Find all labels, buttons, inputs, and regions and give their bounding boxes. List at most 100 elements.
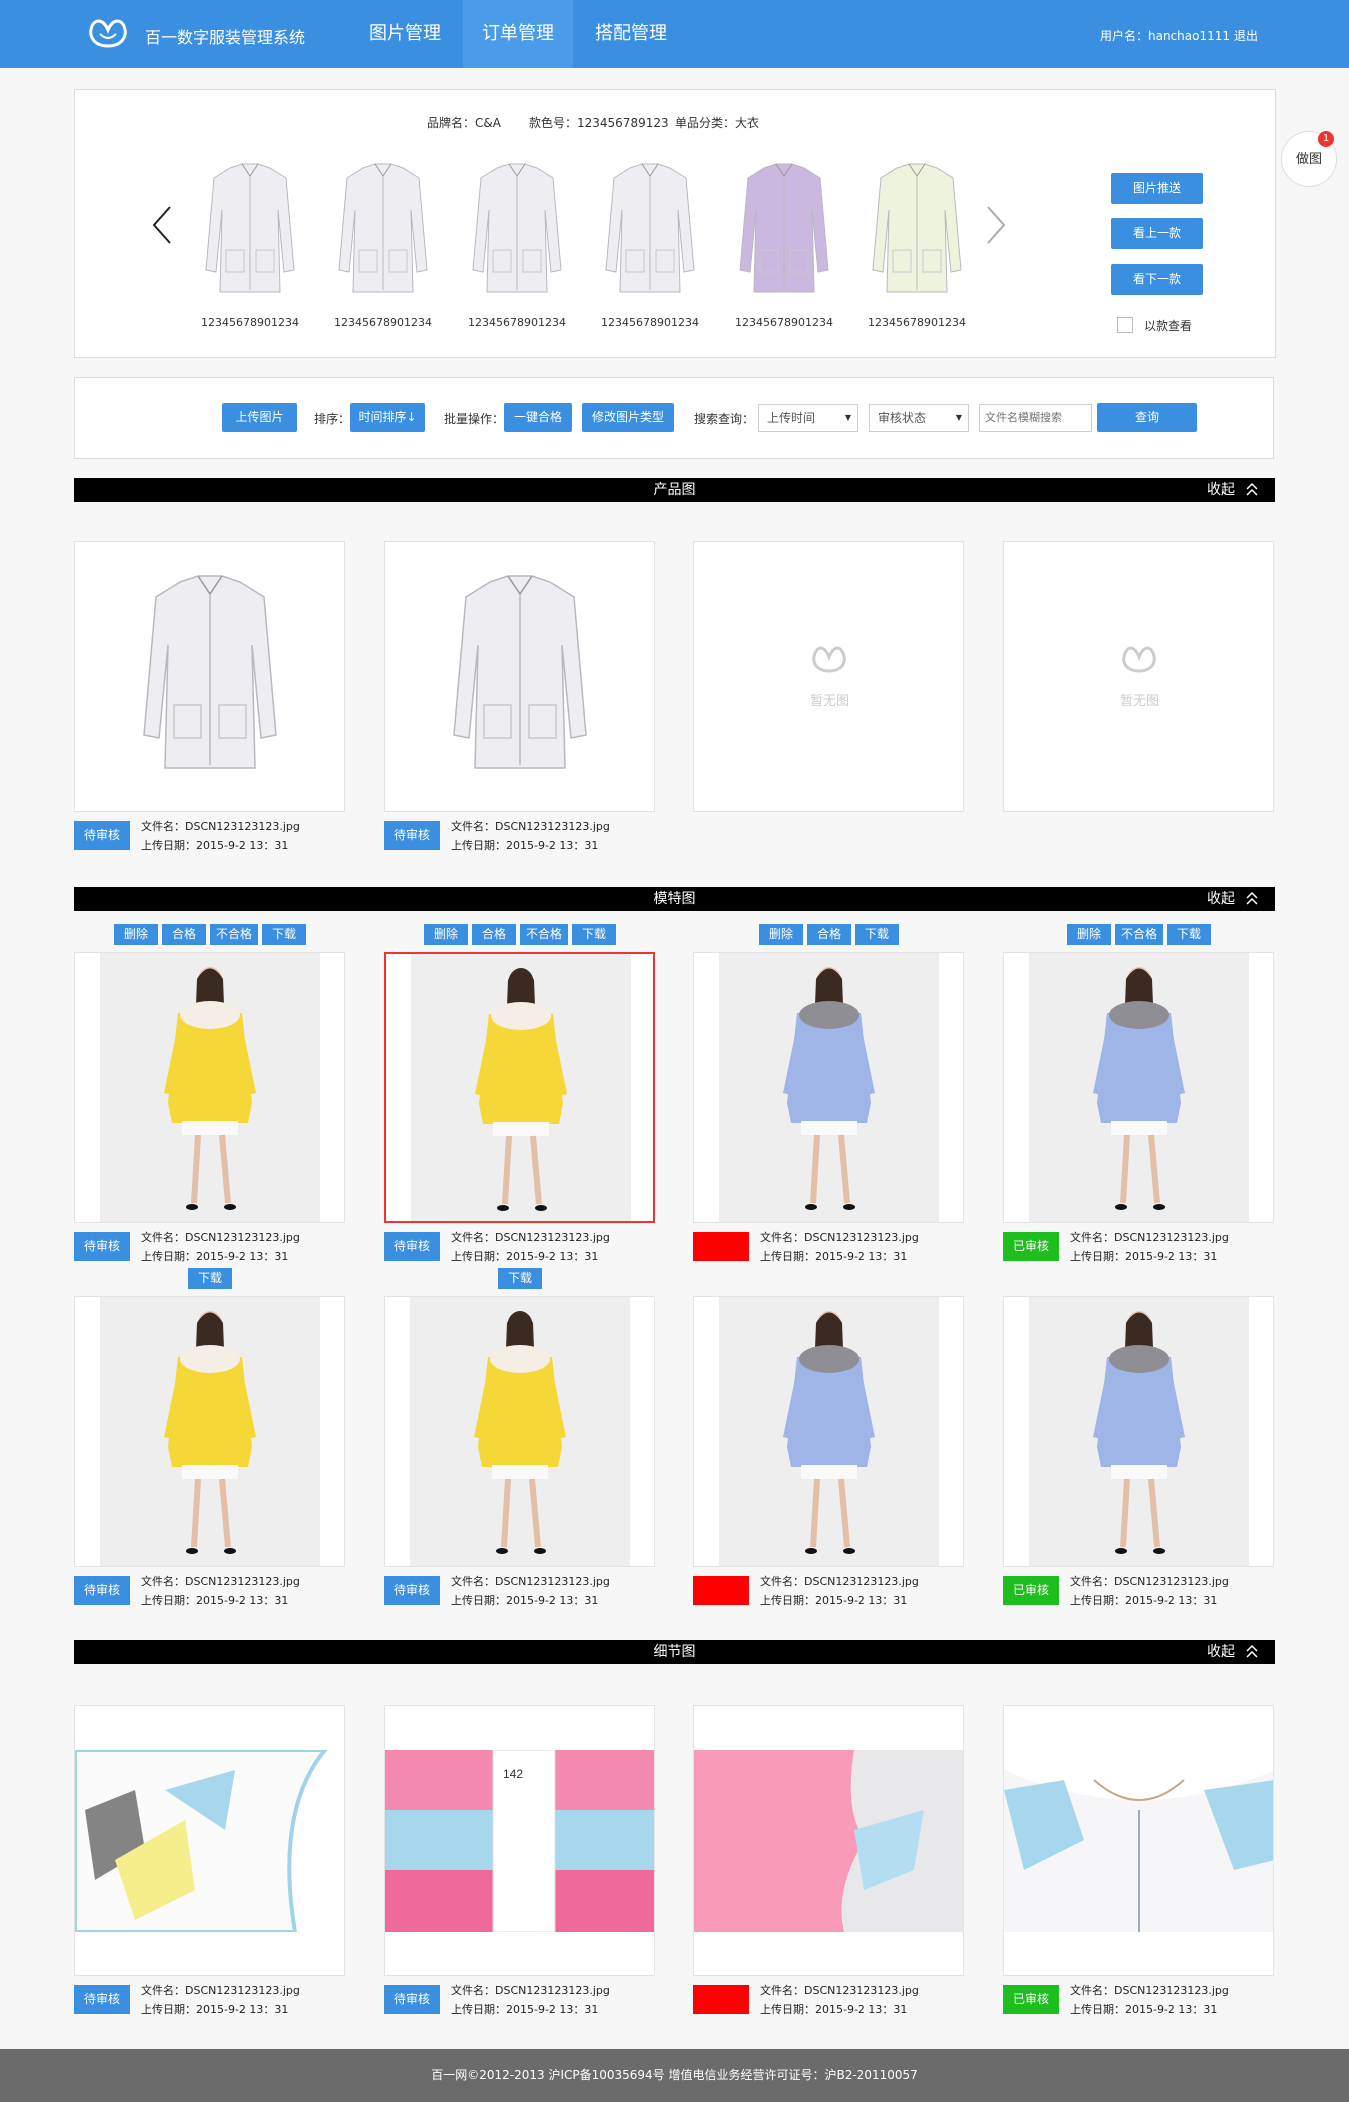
file-meta: 文件名：DSCN123123123.jpg 上传日期：2015-9-2 13：31 [141, 1228, 300, 1266]
file-name: 文件名：DSCN123123123.jpg [141, 1231, 300, 1244]
sort-label: 排序： [314, 412, 351, 426]
carousel-thumb[interactable] [600, 160, 700, 300]
fail-button[interactable]: 不合格 [210, 924, 258, 945]
image-card[interactable] [384, 952, 655, 1223]
carousel-thumb[interactable] [867, 160, 967, 300]
image-card[interactable] [74, 952, 345, 1223]
download-button[interactable]: 下载 [572, 924, 616, 945]
nav-order-management[interactable]: 订单管理 [463, 0, 573, 68]
file-meta: 文件名：DSCN123123123.jpg 上传日期：2015-9-2 13：31 [451, 817, 610, 855]
sort-by-time-button[interactable]: 时间排序↓ [350, 403, 425, 432]
status-badge: 待审核 [74, 1985, 130, 2014]
status-badge [693, 1232, 749, 1261]
image-card[interactable] [384, 1296, 655, 1567]
image-card[interactable] [1003, 952, 1274, 1223]
carousel-prev-icon[interactable] [150, 203, 174, 247]
coat-image [872, 163, 962, 293]
brand-name: 品牌名：C&A [427, 116, 501, 130]
collapse-icon[interactable] [1245, 478, 1259, 502]
file-name: 文件名：DSCN123123123.jpg [1070, 1984, 1229, 1997]
push-image-button[interactable]: 图片推送 [1111, 173, 1203, 204]
carousel-thumb-code: 12345678901234 [334, 316, 432, 329]
coat-image [472, 163, 562, 293]
batch-pass-button[interactable]: 一键合格 [504, 403, 572, 432]
delete-button[interactable]: 删除 [1067, 924, 1111, 945]
download-button[interactable]: 下载 [1167, 924, 1211, 945]
no-image-label: 暂无图 [1119, 694, 1159, 709]
collapse-link[interactable]: 收起 [1207, 478, 1235, 502]
image-card[interactable]: 142 [384, 1705, 655, 1976]
review-status-select[interactable]: 审核状态 [869, 404, 969, 432]
carousel-next-icon[interactable] [984, 203, 1008, 247]
upload-image-button[interactable]: 上传图片 [222, 403, 297, 432]
detail-image: 142 [385, 1749, 654, 1933]
file-meta: 文件名：DSCN123123123.jpg 上传日期：2015-9-2 13：31 [1070, 1572, 1229, 1610]
status-badge: 待审核 [74, 1232, 130, 1261]
file-name: 文件名：DSCN123123123.jpg [141, 1575, 300, 1588]
pass-button[interactable]: 合格 [162, 924, 206, 945]
image-card[interactable] [1003, 1296, 1274, 1567]
image-card[interactable]: 暂无图 [693, 541, 964, 812]
file-name: 文件名：DSCN123123123.jpg [451, 1575, 610, 1588]
delete-button[interactable]: 删除 [114, 924, 158, 945]
filename-search-input[interactable] [979, 404, 1092, 432]
nav-outfit-management[interactable]: 搭配管理 [576, 0, 686, 68]
model-image [719, 953, 939, 1222]
status-badge: 待审核 [384, 821, 440, 850]
file-meta: 文件名：DSCN123123123.jpg 上传日期：2015-9-2 13：31 [1070, 1981, 1229, 2019]
delete-button[interactable]: 删除 [759, 924, 803, 945]
next-item-button[interactable]: 看下一款 [1111, 264, 1203, 295]
detail-image [694, 1750, 963, 1932]
carousel-thumb[interactable] [333, 160, 433, 300]
coat-image [453, 575, 587, 769]
image-card[interactable] [74, 1705, 345, 1976]
image-card[interactable] [693, 952, 964, 1223]
image-card[interactable]: 暂无图 [1003, 541, 1274, 812]
image-card[interactable] [693, 1705, 964, 1976]
download-button[interactable]: 下载 [855, 924, 899, 945]
download-button[interactable]: 下载 [188, 1268, 232, 1289]
download-button[interactable]: 下载 [262, 924, 306, 945]
collapse-icon[interactable] [1245, 887, 1259, 911]
pass-button[interactable]: 合格 [472, 924, 516, 945]
nav-image-management[interactable]: 图片管理 [350, 0, 460, 68]
collapse-icon[interactable] [1245, 1640, 1259, 1664]
notification-badge: 1 [1318, 131, 1334, 147]
delete-button[interactable]: 删除 [424, 924, 468, 945]
image-card[interactable] [384, 541, 655, 812]
footer: 百一网©2012-2013 沪ICP备10035694号 增值电信业务经营许可证… [0, 2049, 1349, 2102]
collapse-link[interactable]: 收起 [1207, 1640, 1235, 1664]
upload-date: 上传日期：2015-9-2 13：31 [451, 839, 599, 852]
file-meta: 文件名：DSCN123123123.jpg 上传日期：2015-9-2 13：31 [760, 1572, 919, 1610]
prev-item-button[interactable]: 看上一款 [1111, 218, 1203, 249]
image-card[interactable] [74, 541, 345, 812]
status-badge: 已审核 [1003, 1232, 1059, 1261]
item-category: 单品分类：大衣 [675, 116, 760, 130]
pass-button[interactable]: 合格 [807, 924, 851, 945]
upload-date: 上传日期：2015-9-2 13：31 [141, 2003, 289, 2016]
logout-link[interactable]: 退出 [1234, 27, 1258, 44]
carousel-thumb[interactable] [467, 160, 567, 300]
file-meta: 文件名：DSCN123123123.jpg 上传日期：2015-9-2 13：31 [760, 1228, 919, 1266]
image-card[interactable] [74, 1296, 345, 1567]
collapse-link[interactable]: 收起 [1207, 887, 1235, 911]
no-image-label: 暂无图 [809, 694, 849, 709]
file-name: 文件名：DSCN123123123.jpg [760, 1231, 919, 1244]
image-card[interactable] [1003, 1705, 1274, 1976]
coat-image [605, 163, 695, 293]
status-badge: 待审核 [74, 821, 130, 850]
edit-image-type-button[interactable]: 修改图片类型 [582, 403, 674, 432]
fail-button[interactable]: 不合格 [520, 924, 568, 945]
image-card[interactable] [693, 1296, 964, 1567]
carousel-thumb[interactable] [200, 160, 300, 300]
upload-time-select[interactable]: 上传时间 [758, 404, 858, 432]
tag-text: 142 [503, 1767, 523, 1781]
download-button[interactable]: 下载 [498, 1268, 542, 1289]
query-button[interactable]: 查询 [1097, 403, 1197, 432]
coat-image [338, 163, 428, 293]
view-by-style-checkbox[interactable] [1117, 317, 1133, 333]
color-number: 款色号：123456789123 [529, 116, 669, 130]
carousel-thumb[interactable] [734, 160, 834, 300]
fail-button[interactable]: 不合格 [1115, 924, 1163, 945]
status-badge [693, 1576, 749, 1605]
